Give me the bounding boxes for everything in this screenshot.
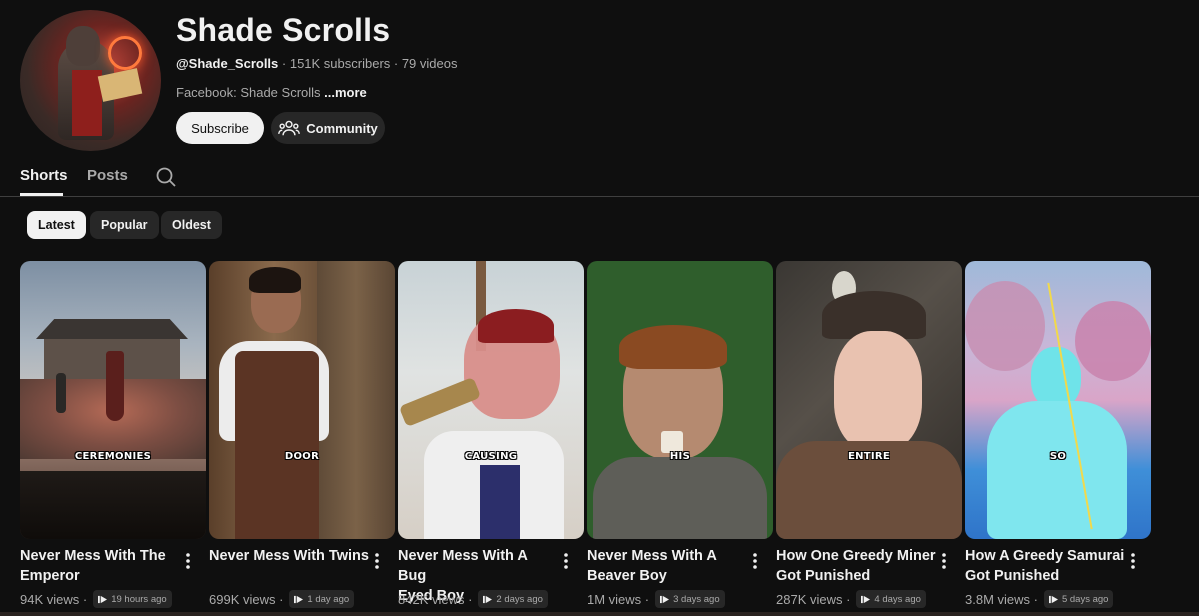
short-thumbnail[interactable]: ENTIRE bbox=[776, 261, 962, 539]
short-thumbnail[interactable]: CAUSING bbox=[398, 261, 584, 539]
short-thumbnail[interactable]: CEREMONIES bbox=[20, 261, 206, 539]
more-link[interactable]: ...more bbox=[324, 85, 367, 100]
short-meta: 3.8M views · 5 days ago bbox=[965, 590, 1114, 608]
short-age-badge: 3 days ago bbox=[655, 590, 725, 608]
short-title-line: Got Punished bbox=[776, 568, 871, 584]
short-title[interactable]: Never Mess With A Beaver Boy bbox=[587, 546, 747, 586]
more-vert-icon[interactable] bbox=[560, 551, 572, 571]
channel-stats: · 151K subscribers · 79 videos bbox=[278, 56, 458, 71]
short-meta: 287K views · 4 days ago bbox=[776, 590, 926, 608]
short-card[interactable]: ENTIRE How One Greedy Miner Got Punished… bbox=[776, 261, 962, 616]
channel-meta: @Shade_Scrolls · 151K subscribers · 79 v… bbox=[176, 56, 457, 71]
subscribe-button[interactable]: Subscribe bbox=[176, 112, 264, 144]
next-row-peek bbox=[0, 612, 1199, 616]
short-card[interactable]: SO How A Greedy Samurai Got Punished 3.8… bbox=[965, 261, 1151, 616]
short-caption: CAUSING bbox=[464, 451, 518, 462]
short-caption: HIS bbox=[669, 451, 691, 462]
short-age: 4 days ago bbox=[874, 593, 921, 605]
live-stream-icon bbox=[861, 595, 871, 603]
short-caption: DOOR bbox=[284, 451, 320, 462]
short-views: 842K views · bbox=[398, 591, 473, 607]
short-caption: ENTIRE bbox=[847, 451, 891, 462]
short-title-line: Never Mess With A Bug bbox=[398, 548, 528, 584]
short-title-line: Never Mess With A bbox=[587, 548, 717, 564]
short-title-line: How A Greedy Samurai bbox=[965, 548, 1125, 564]
more-vert-icon[interactable] bbox=[1127, 551, 1139, 571]
short-title-line: Emperor bbox=[20, 568, 80, 584]
filter-chip-latest[interactable]: Latest bbox=[27, 211, 86, 239]
short-age: 3 days ago bbox=[673, 593, 720, 605]
live-stream-icon bbox=[1048, 595, 1058, 603]
live-stream-icon bbox=[294, 595, 304, 603]
short-card[interactable]: CAUSING Never Mess With A Bug Eyed Boy 8… bbox=[398, 261, 584, 616]
short-title-line: Got Punished bbox=[965, 568, 1060, 584]
short-age: 5 days ago bbox=[1061, 593, 1109, 605]
short-card[interactable]: CEREMONIES Never Mess With The Emperor 9… bbox=[20, 261, 206, 616]
filter-chip-oldest[interactable]: Oldest bbox=[161, 211, 222, 239]
short-thumbnail[interactable]: DOOR bbox=[209, 261, 395, 539]
community-button[interactable]: Community bbox=[271, 112, 385, 144]
short-views: 94K views · bbox=[20, 591, 88, 607]
short-title[interactable]: Never Mess With Twins bbox=[209, 546, 369, 566]
short-title[interactable]: Never Mess With The Emperor bbox=[20, 546, 180, 586]
short-meta: 842K views · 2 days ago bbox=[398, 590, 548, 608]
live-stream-icon bbox=[98, 595, 108, 603]
channel-description-text: Facebook: Shade Scrolls bbox=[176, 85, 325, 100]
short-age-badge: 1 day ago bbox=[289, 590, 355, 608]
short-age: 1 day ago bbox=[307, 593, 350, 605]
channel-avatar[interactable] bbox=[20, 10, 161, 151]
short-meta: 1M views · 3 days ago bbox=[587, 590, 725, 608]
live-stream-icon bbox=[660, 595, 670, 603]
live-stream-icon bbox=[483, 595, 493, 603]
tab-shorts[interactable]: Shorts bbox=[20, 167, 68, 184]
short-card[interactable]: HIS Never Mess With A Beaver Boy 1M view… bbox=[587, 261, 773, 616]
channel-handle: @Shade_Scrolls bbox=[176, 56, 279, 71]
short-caption: CEREMONIES bbox=[74, 451, 152, 462]
channel-description[interactable]: Facebook: Shade Scrolls ...more bbox=[176, 85, 367, 100]
short-age: 19 hours ago bbox=[111, 593, 167, 605]
short-age-badge: 2 days ago bbox=[478, 590, 548, 608]
short-age-badge: 5 days ago bbox=[1043, 590, 1114, 608]
avatar-heart-glow bbox=[108, 36, 142, 70]
short-age: 2 days ago bbox=[496, 593, 543, 605]
filter-chip-popular[interactable]: Popular bbox=[90, 211, 159, 239]
short-title-line: Beaver Boy bbox=[587, 568, 667, 584]
short-title[interactable]: How A Greedy Samurai Got Punished bbox=[965, 546, 1125, 586]
tabs-divider bbox=[0, 196, 1199, 197]
channel-name: Shade Scrolls bbox=[176, 12, 391, 48]
more-vert-icon[interactable] bbox=[371, 551, 383, 571]
community-icon bbox=[278, 120, 301, 136]
community-button-label: Community bbox=[306, 120, 378, 136]
short-views: 3.8M views · bbox=[965, 591, 1038, 607]
short-age-badge: 19 hours ago bbox=[93, 590, 172, 608]
short-views: 699K views · bbox=[209, 591, 284, 607]
short-thumbnail[interactable]: SO bbox=[965, 261, 1151, 539]
short-age-badge: 4 days ago bbox=[856, 590, 926, 608]
more-vert-icon[interactable] bbox=[749, 551, 761, 571]
short-card[interactable]: DOOR Never Mess With Twins 699K views · … bbox=[209, 261, 395, 616]
short-title[interactable]: How One Greedy Miner Got Punished bbox=[776, 546, 936, 586]
short-views: 287K views · bbox=[776, 591, 851, 607]
short-title-line: Never Mess With The bbox=[20, 548, 166, 564]
short-thumbnail[interactable]: HIS bbox=[587, 261, 773, 539]
short-meta: 94K views · 19 hours ago bbox=[20, 590, 172, 608]
search-icon[interactable] bbox=[154, 165, 178, 189]
short-views: 1M views · bbox=[587, 591, 650, 607]
avatar-knight-helmet bbox=[66, 26, 100, 66]
short-caption: SO bbox=[1049, 451, 1067, 462]
tab-posts[interactable]: Posts bbox=[87, 167, 128, 184]
short-title-line: Never Mess With Twins bbox=[209, 548, 369, 564]
short-title-line: How One Greedy Miner bbox=[776, 548, 936, 564]
short-meta: 699K views · 1 day ago bbox=[209, 590, 355, 608]
more-vert-icon[interactable] bbox=[182, 551, 194, 571]
more-vert-icon[interactable] bbox=[938, 551, 950, 571]
